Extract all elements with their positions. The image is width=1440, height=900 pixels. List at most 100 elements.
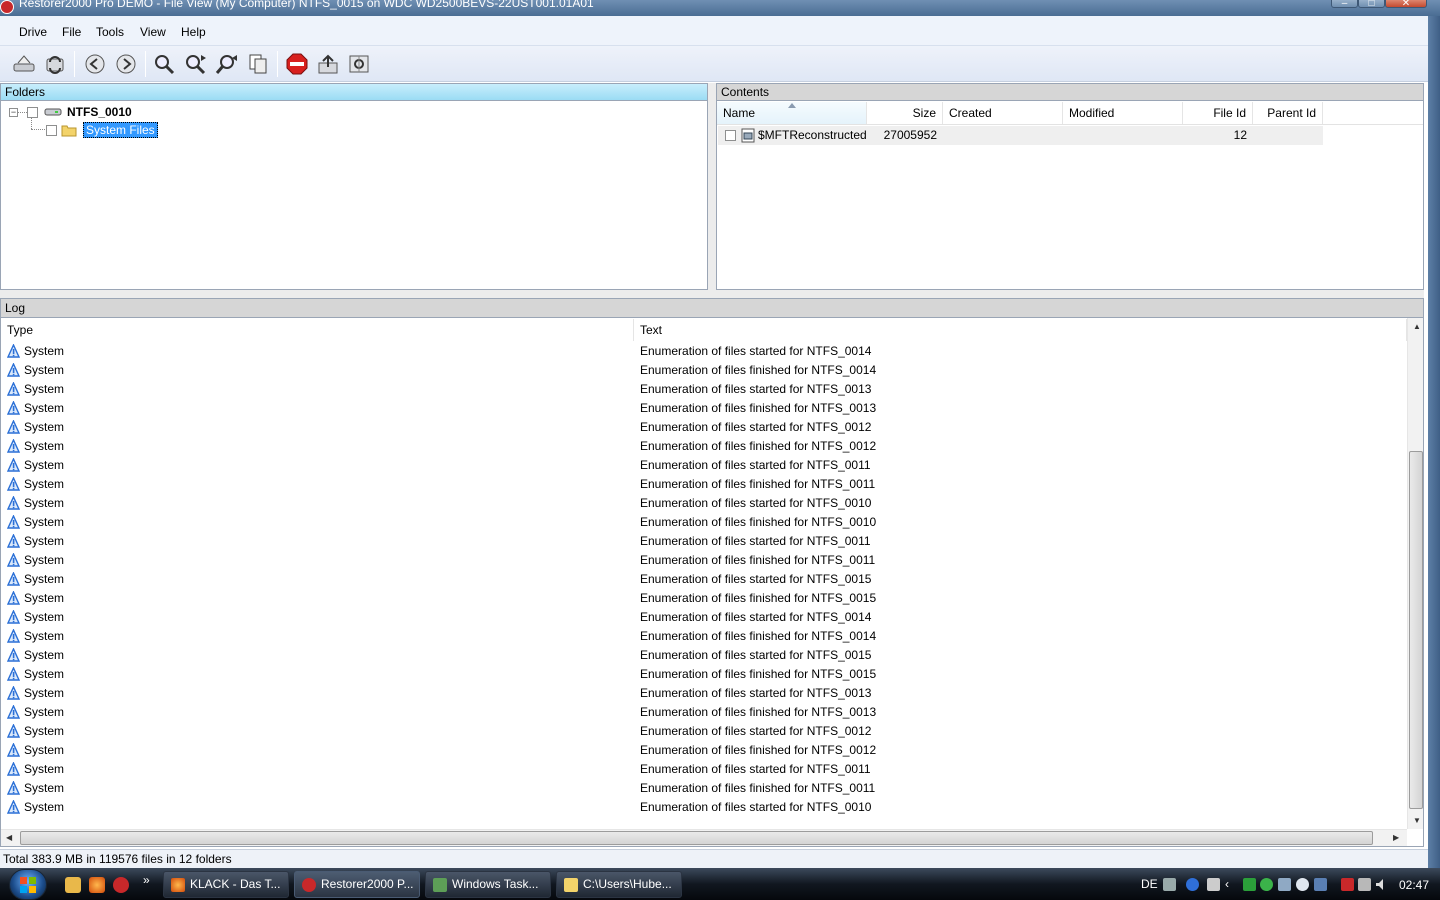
- drive-icon[interactable]: [11, 51, 37, 77]
- scroll-up-icon[interactable]: ▲: [1413, 322, 1421, 331]
- scroll-down-icon[interactable]: ▼: [1413, 816, 1421, 825]
- log-row[interactable]: System Enumeration of files finished for …: [1, 399, 1407, 418]
- log-row[interactable]: System Enumeration of files started for N…: [1, 760, 1407, 779]
- copy-icon[interactable]: [245, 51, 271, 77]
- collapse-icon[interactable]: −: [9, 107, 18, 117]
- scroll-left-icon[interactable]: ◀: [6, 833, 12, 842]
- refresh-icon[interactable]: [42, 51, 68, 77]
- vertical-scroll-thumb[interactable]: [1409, 451, 1423, 809]
- log-row[interactable]: System Enumeration of files finished for …: [1, 779, 1407, 798]
- log-row[interactable]: System Enumeration of files finished for …: [1, 475, 1407, 494]
- menu-file[interactable]: File: [62, 25, 81, 39]
- opera-icon[interactable]: [113, 877, 129, 893]
- tree-node-root[interactable]: − NTFS_0010: [9, 103, 132, 121]
- find-previous-icon[interactable]: [214, 51, 240, 77]
- log-row[interactable]: System Enumeration of files started for N…: [1, 532, 1407, 551]
- tray-app-icon[interactable]: [1314, 878, 1327, 891]
- log-row[interactable]: System Enumeration of files started for N…: [1, 380, 1407, 399]
- log-row[interactable]: System Enumeration of files started for N…: [1, 342, 1407, 361]
- log-row[interactable]: System Enumeration of files finished for …: [1, 741, 1407, 760]
- start-button[interactable]: [9, 869, 47, 900]
- folder-icon: [564, 878, 578, 892]
- back-icon[interactable]: [82, 51, 108, 77]
- table-row[interactable]: $MFTReconstructed 27005952 12: [718, 126, 1323, 145]
- task-explorer[interactable]: C:\Users\Hube...: [556, 871, 682, 898]
- horizontal-scroll-thumb[interactable]: [20, 831, 1373, 845]
- network-icon[interactable]: [1207, 878, 1220, 891]
- chevron-left-icon[interactable]: ‹: [1225, 878, 1238, 891]
- column-header-parent-id[interactable]: Parent Id: [1253, 102, 1323, 124]
- tree-child-label: System Files: [83, 122, 158, 138]
- row-checkbox[interactable]: [725, 130, 736, 141]
- column-header-size[interactable]: Size: [867, 102, 943, 124]
- log-row[interactable]: System Enumeration of files started for N…: [1, 646, 1407, 665]
- tray-app-icon[interactable]: [1341, 878, 1354, 891]
- clock[interactable]: 02:47: [1399, 878, 1429, 892]
- log-type: System: [24, 610, 65, 624]
- log-text: Enumeration of files finished for NTFS_0…: [640, 629, 877, 643]
- maximize-button[interactable]: □: [1358, 0, 1385, 9]
- log-row[interactable]: System Enumeration of files started for N…: [1, 684, 1407, 703]
- log-row[interactable]: System Enumeration of files finished for …: [1, 551, 1407, 570]
- help-icon[interactable]: [1186, 878, 1199, 891]
- task-klack[interactable]: KLACK - Das T...: [163, 871, 289, 898]
- log-row[interactable]: System Enumeration of files finished for …: [1, 437, 1407, 456]
- column-header-file-id[interactable]: File Id: [1183, 102, 1253, 124]
- log-row[interactable]: System Enumeration of files started for N…: [1, 608, 1407, 627]
- menu-tools[interactable]: Tools: [96, 25, 124, 39]
- vertical-scrollbar[interactable]: ▲ ▼: [1407, 318, 1423, 829]
- language-indicator[interactable]: DE: [1141, 877, 1158, 891]
- minimize-button[interactable]: –: [1331, 0, 1358, 9]
- search-icon[interactable]: [152, 51, 178, 77]
- log-type: System: [24, 648, 65, 662]
- horizontal-scrollbar[interactable]: ◀ ▶: [1, 829, 1407, 846]
- tray-app-icon[interactable]: [1260, 878, 1273, 891]
- task-windows-task-manager[interactable]: Windows Task...: [425, 871, 551, 898]
- tray-app-icon[interactable]: [1296, 878, 1309, 891]
- tree-checkbox-root[interactable]: [27, 106, 38, 118]
- log-row[interactable]: System Enumeration of files finished for …: [1, 703, 1407, 722]
- tree-node-system-files[interactable]: System Files: [46, 121, 158, 139]
- log-row[interactable]: System Enumeration of files finished for …: [1, 361, 1407, 380]
- log-row[interactable]: System Enumeration of files finished for …: [1, 665, 1407, 684]
- log-row[interactable]: System Enumeration of files finished for …: [1, 627, 1407, 646]
- log-row[interactable]: System Enumeration of files started for N…: [1, 494, 1407, 513]
- log-text: Enumeration of files finished for NTFS_0…: [640, 553, 876, 567]
- show-desktop-icon[interactable]: [65, 877, 81, 893]
- log-row[interactable]: System Enumeration of files finished for …: [1, 513, 1407, 532]
- properties-icon[interactable]: [346, 51, 372, 77]
- forward-icon[interactable]: [113, 51, 139, 77]
- find-next-icon[interactable]: [183, 51, 209, 77]
- firefox-icon[interactable]: [89, 877, 105, 893]
- column-header-created[interactable]: Created: [943, 102, 1063, 124]
- log-row[interactable]: System Enumeration of files started for N…: [1, 456, 1407, 475]
- task-restorer[interactable]: Restorer2000 P...: [294, 871, 420, 898]
- vertical-splitter[interactable]: [708, 83, 716, 290]
- tree-checkbox-system-files[interactable]: [46, 124, 57, 136]
- log-row[interactable]: System Enumeration of files started for N…: [1, 722, 1407, 741]
- horizontal-splitter[interactable]: [0, 290, 1424, 298]
- log-text: Enumeration of files started for NTFS_00…: [640, 762, 871, 776]
- quicklaunch-more-icon[interactable]: »: [143, 873, 150, 887]
- tray-app-icon[interactable]: [1278, 878, 1291, 891]
- tray-app-icon[interactable]: [1243, 878, 1256, 891]
- menu-help[interactable]: Help: [181, 25, 206, 39]
- scroll-right-icon[interactable]: ▶: [1393, 833, 1399, 842]
- menu-drive[interactable]: Drive: [19, 25, 47, 39]
- log-row[interactable]: System Enumeration of files started for N…: [1, 798, 1407, 817]
- column-header-modified[interactable]: Modified: [1063, 102, 1183, 124]
- log-row[interactable]: System Enumeration of files started for N…: [1, 418, 1407, 437]
- menu-view[interactable]: View: [140, 25, 166, 39]
- column-header-type[interactable]: Type: [1, 319, 634, 341]
- close-button[interactable]: ✕: [1385, 0, 1427, 9]
- column-header-text[interactable]: Text: [634, 319, 1407, 341]
- log-row[interactable]: System Enumeration of files finished for …: [1, 589, 1407, 608]
- battery-icon[interactable]: [1358, 878, 1371, 891]
- stop-icon[interactable]: [284, 51, 310, 77]
- log-row[interactable]: System Enumeration of files started for N…: [1, 570, 1407, 589]
- volume-icon[interactable]: [1375, 878, 1388, 891]
- keyboard-icon[interactable]: [1163, 878, 1176, 891]
- export-icon[interactable]: [315, 51, 341, 77]
- column-header-name[interactable]: Name: [717, 102, 867, 124]
- info-icon: [7, 363, 20, 377]
